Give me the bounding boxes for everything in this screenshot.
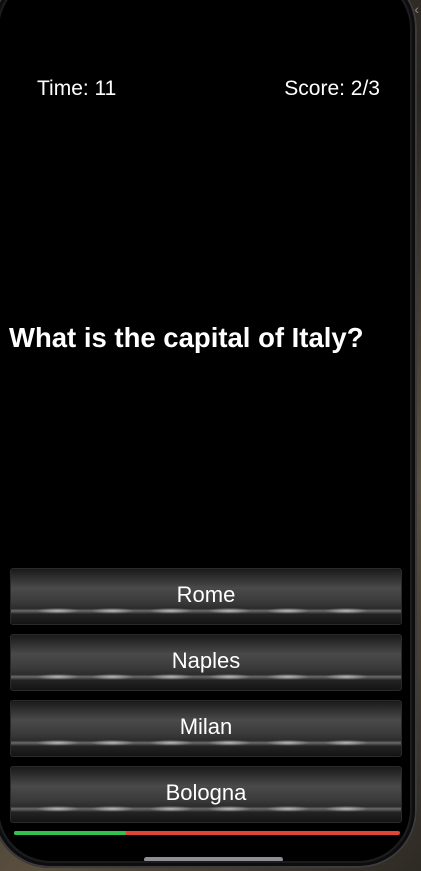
answer-button-2[interactable]: Naples — [10, 634, 402, 691]
question-text: What is the capital of Italy? — [9, 322, 364, 353]
answer-button-4[interactable]: Bologna — [10, 766, 402, 823]
progress-bar-fill — [14, 831, 126, 835]
answer-button-1[interactable]: Rome — [10, 568, 402, 625]
answer-list: Rome Naples Milan Bologna — [10, 568, 402, 823]
phone-frame: Time: 11 Score: 2/3 What is the capital … — [0, 0, 417, 868]
progress-bar — [14, 831, 400, 835]
score-label: Score: 2/3 — [284, 77, 380, 100]
app-screen: Time: 11 Score: 2/3 What is the capital … — [0, 0, 410, 861]
home-indicator[interactable] — [144, 857, 283, 861]
answer-button-3[interactable]: Milan — [10, 700, 402, 757]
quiz-hud: Time: 11 Score: 2/3 — [37, 77, 380, 101]
timer-label: Time: 11 — [37, 77, 117, 100]
